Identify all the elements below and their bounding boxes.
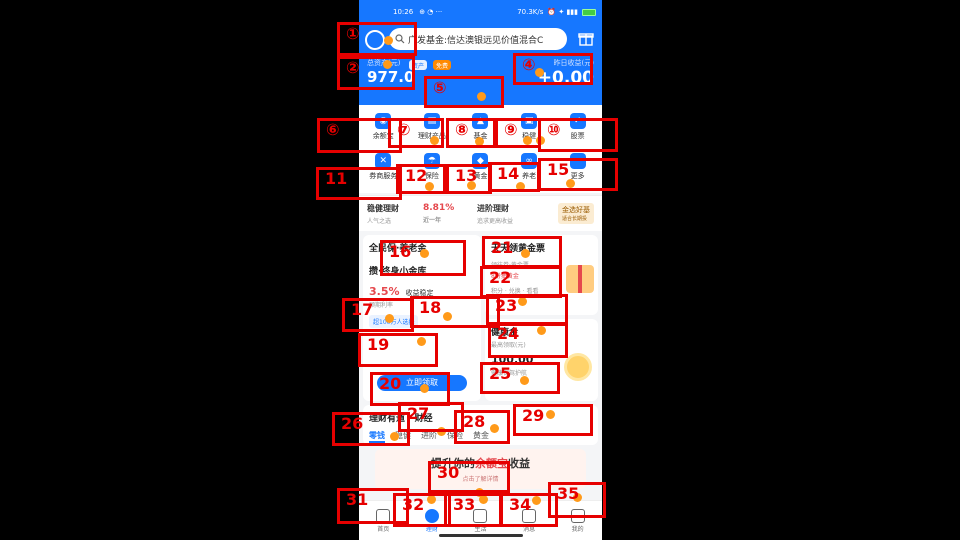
- strip-b-title: 进阶理财: [477, 203, 509, 213]
- annotation-number: 15: [547, 160, 570, 179]
- pension-rate: 3.5%: [369, 285, 400, 298]
- gift-box-icon: [566, 265, 594, 293]
- annotation-number: 17: [351, 300, 374, 319]
- nav-item-label: 首页: [377, 525, 390, 533]
- strip-pct: 8.81%: [423, 203, 455, 213]
- annotation-box: ⑧: [446, 118, 496, 148]
- search-placeholder: 广发基金:信达澳银远见价值混合C: [408, 35, 544, 46]
- annotation-number: 13: [455, 166, 478, 185]
- annotation-number: 16: [389, 242, 412, 261]
- annotation-box: ⑦: [388, 118, 444, 148]
- annotation-number: 28: [463, 412, 486, 431]
- product-strip[interactable]: 稳健理财人气之选 8.81% 近一年 进阶理财追求更高收益 金选好基适合长期投: [359, 195, 602, 231]
- annotation-box: 25: [480, 362, 560, 394]
- annotation-number: 32: [402, 495, 425, 514]
- nav-item-label: 我的: [571, 525, 584, 533]
- annotation-number: 20: [379, 374, 402, 393]
- annotation-box: 14: [488, 162, 540, 192]
- annotation-number: 14: [497, 164, 520, 183]
- annotation-number: 12: [405, 166, 428, 185]
- gift-icon[interactable]: [578, 30, 594, 46]
- annotation-box: 11: [316, 167, 402, 200]
- annotation-number: 18: [419, 298, 442, 317]
- annotation-number: 22: [489, 268, 512, 287]
- coin-icon: [564, 353, 592, 381]
- annotation-number: 11: [325, 169, 348, 188]
- annotation-number: 33: [453, 495, 476, 514]
- annotation-number: ⑦: [397, 120, 411, 139]
- annotation-number: 25: [489, 364, 512, 383]
- annotation-box: ⑤: [424, 76, 504, 108]
- strip-tag-title: 金选好基: [562, 206, 590, 214]
- annotation-box: 19: [358, 333, 438, 367]
- annotation-box: 20: [370, 372, 450, 406]
- annotation-number: ⑨: [504, 120, 518, 139]
- status-icons: ⏰ ✦ ▮▮▮: [547, 8, 578, 16]
- annotation-number: ④: [522, 55, 536, 74]
- annotation-number: 35: [557, 484, 580, 503]
- strip-a-sub: 人气之选: [367, 217, 392, 225]
- annotation-number: 23: [495, 296, 518, 315]
- annotation-box: ④: [513, 53, 593, 85]
- status-time: 10:26: [393, 8, 414, 16]
- annotation-number: 26: [341, 414, 364, 433]
- annotation-number: ①: [346, 24, 360, 43]
- annotation-number: ②: [346, 58, 360, 77]
- strip-tag[interactable]: 金选好基 适合长期投: [558, 203, 594, 224]
- net-speed: 70.3K/s: [517, 8, 544, 16]
- annotation-number: ⑩: [547, 120, 561, 139]
- annotation-number: 24: [497, 324, 520, 343]
- strip-tag-sub: 适合长期投: [562, 216, 588, 222]
- annotation-box: ⑨: [495, 118, 541, 148]
- annotation-box: 28: [454, 410, 510, 444]
- annotation-number: 19: [367, 335, 390, 354]
- annotation-number: ⑧: [455, 120, 469, 139]
- annotation-box: 33: [444, 493, 502, 527]
- annotation-box: 15: [538, 158, 618, 191]
- annotation-number: 31: [346, 490, 369, 509]
- annotation-box: ⑩: [538, 118, 618, 152]
- free-pill[interactable]: 免费: [433, 60, 452, 70]
- strip-b-sub: 追求更高收益: [477, 217, 514, 225]
- annotation-box: 13: [446, 164, 492, 194]
- home-indicator: [439, 534, 523, 537]
- annotation-box: 32: [393, 493, 451, 527]
- annotation-number: 27: [407, 404, 430, 423]
- annotation-number: 29: [522, 406, 545, 425]
- annotation-number: 30: [437, 463, 460, 482]
- status-right: 70.3K/s ⏰ ✦ ▮▮▮: [517, 8, 596, 16]
- annotation-box: 21: [482, 236, 562, 268]
- annotation-box: 24: [488, 322, 568, 358]
- annotation-number: ⑤: [433, 78, 447, 97]
- strip-pct-sub: 近一年: [423, 217, 442, 224]
- annotation-number: 21: [491, 238, 514, 257]
- annotation-box: 29: [513, 404, 593, 436]
- status-bar: 10:26 ⊕ ◔ ··· 70.3K/s ⏰ ✦ ▮▮▮: [359, 0, 602, 24]
- annotation-number: 34: [509, 495, 532, 514]
- status-indicators: ⊕ ◔ ···: [419, 8, 443, 16]
- annotation-number: ⑥: [326, 120, 340, 139]
- strip-a-title: 稳健理财: [367, 203, 399, 213]
- battery-icon: [582, 8, 596, 16]
- annotation-box: ①: [337, 22, 417, 56]
- promo-post: 收益: [508, 457, 530, 470]
- annotation-box: 17: [342, 298, 414, 332]
- annotation-box: ②: [337, 56, 415, 90]
- annotation-box: 30: [428, 461, 510, 493]
- annotation-box: 35: [548, 482, 606, 518]
- annotation-box: 12: [396, 164, 446, 194]
- annotation-box: 16: [380, 240, 466, 276]
